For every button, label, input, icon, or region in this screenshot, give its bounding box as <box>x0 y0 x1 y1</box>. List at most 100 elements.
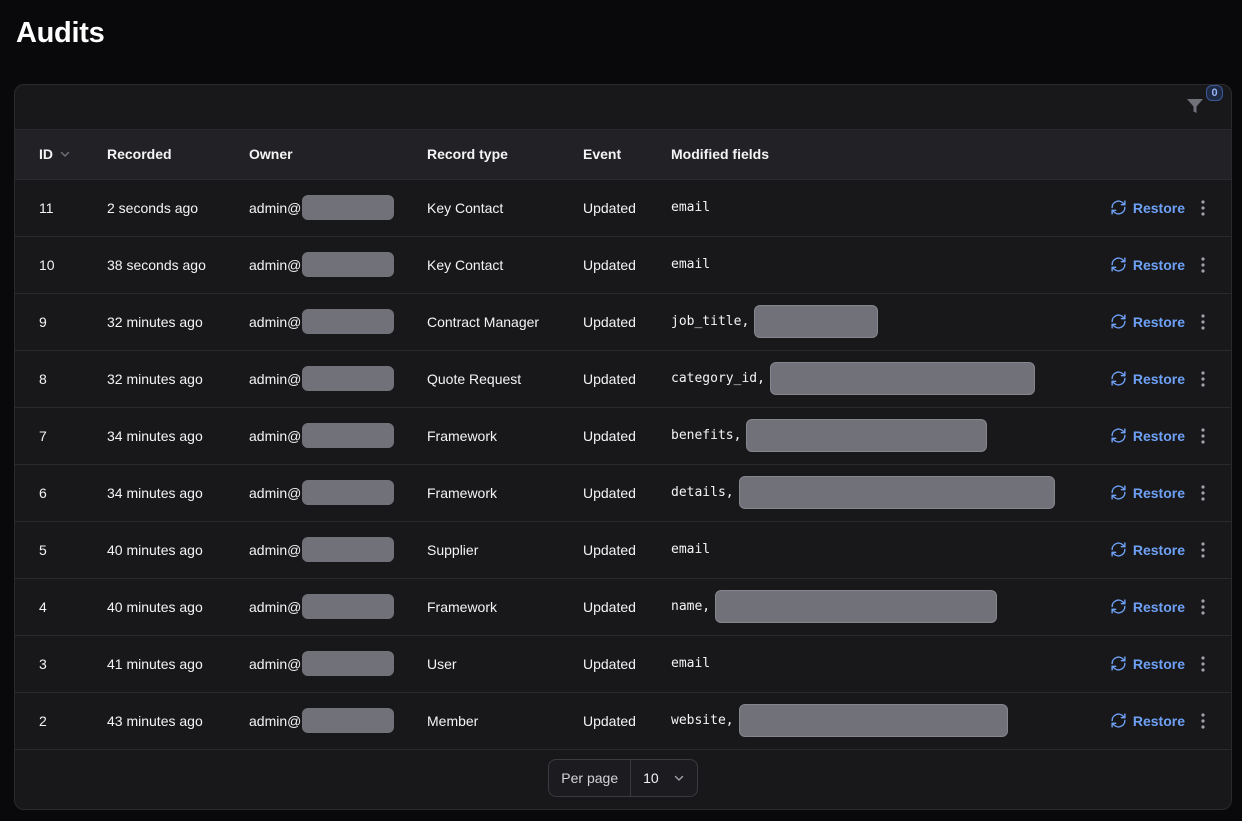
column-header-modified-fields: Modified fields <box>671 130 1071 180</box>
cell-recorded: 40 minutes ago <box>107 541 203 558</box>
table-row: 3 41 minutes ago admin@ User Updated ema… <box>15 635 1231 692</box>
restore-button[interactable]: Restore <box>1110 370 1185 387</box>
row-menu-button[interactable] <box>1201 427 1205 444</box>
table-row: 5 40 minutes ago admin@ Supplier Updated… <box>15 521 1231 578</box>
more-vertical-icon <box>1201 598 1205 615</box>
row-menu-button[interactable] <box>1201 712 1205 729</box>
row-menu-button[interactable] <box>1201 655 1205 672</box>
modified-fields-text: name, <box>671 599 711 614</box>
redacted-block <box>302 195 395 220</box>
cell-actions: Restore <box>1071 350 1231 407</box>
restore-button[interactable]: Restore <box>1110 484 1185 501</box>
cell-owner: admin@ <box>249 407 427 464</box>
cell-actions: Restore <box>1071 464 1231 521</box>
per-page-label: Per page <box>549 760 632 796</box>
cell-event: Updated <box>583 712 636 729</box>
cell-modified-fields: job_title, <box>671 293 1071 350</box>
cell-owner: admin@ <box>249 578 427 635</box>
refresh-icon <box>1111 656 1126 671</box>
restore-button[interactable]: Restore <box>1110 598 1185 615</box>
cell-event: Updated <box>583 370 636 387</box>
restore-button[interactable]: Restore <box>1110 712 1185 729</box>
row-menu-button[interactable] <box>1201 484 1205 501</box>
cell-event: Updated <box>583 427 636 444</box>
table-row: 4 40 minutes ago admin@ Framework Update… <box>15 578 1231 635</box>
cell-owner: admin@ <box>249 692 427 749</box>
cell-record-type: Key Contact <box>427 256 504 273</box>
redacted-block <box>754 305 879 338</box>
column-header-id[interactable]: ID <box>15 130 107 180</box>
redacted-block <box>769 362 1035 395</box>
owner-email: admin@ <box>249 199 302 216</box>
cell-recorded: 41 minutes ago <box>107 655 203 672</box>
cell-recorded: 34 minutes ago <box>107 484 203 501</box>
cell-record-type: Contract Manager <box>427 313 540 330</box>
redacted-block <box>302 708 395 733</box>
redacted-block <box>302 309 395 334</box>
cell-event: Updated <box>583 484 636 501</box>
cell-record-type: Framework <box>427 484 498 501</box>
row-menu-button[interactable] <box>1201 370 1205 387</box>
restore-button[interactable]: Restore <box>1110 313 1185 330</box>
cell-record-type: Member <box>427 712 479 729</box>
restore-button[interactable]: Restore <box>1110 427 1185 444</box>
column-header-id-label: ID <box>39 146 53 163</box>
row-menu-button[interactable] <box>1201 541 1205 558</box>
more-vertical-icon <box>1201 712 1205 729</box>
filter-button[interactable] <box>1185 96 1207 118</box>
cell-modified-fields: email <box>671 236 1071 293</box>
refresh-icon <box>1111 257 1126 272</box>
restore-button[interactable]: Restore <box>1110 256 1185 273</box>
owner-email: admin@ <box>249 370 302 387</box>
audits-table-card: 0 ID Recorded Owner Record type Event Mo… <box>14 84 1232 810</box>
row-menu-button[interactable] <box>1201 313 1205 330</box>
restore-label: Restore <box>1132 598 1185 615</box>
cell-recorded: 32 minutes ago <box>107 370 203 387</box>
redacted-block <box>746 419 988 452</box>
cell-id: 3 <box>39 655 47 672</box>
cell-event: Updated <box>583 313 636 330</box>
restore-button[interactable]: Restore <box>1110 541 1185 558</box>
redacted-block <box>302 423 395 448</box>
restore-label: Restore <box>1132 541 1185 558</box>
cell-recorded: 34 minutes ago <box>107 427 203 444</box>
cell-id: 2 <box>39 712 47 729</box>
more-vertical-icon <box>1201 427 1205 444</box>
row-menu-button[interactable] <box>1201 598 1205 615</box>
cell-event: Updated <box>583 598 636 615</box>
modified-fields-text: email <box>671 542 711 557</box>
cell-actions: Restore <box>1071 635 1231 692</box>
more-vertical-icon <box>1201 370 1205 387</box>
modified-fields-text: website, <box>671 713 734 728</box>
per-page-select[interactable]: 10 <box>631 760 697 796</box>
cell-id: 8 <box>39 370 47 387</box>
column-header-actions <box>1071 130 1231 180</box>
restore-label: Restore <box>1132 427 1185 444</box>
cell-recorded: 38 seconds ago <box>107 256 206 273</box>
cell-record-type: Framework <box>427 427 498 444</box>
cell-recorded: 2 seconds ago <box>107 199 199 216</box>
cell-owner: admin@ <box>249 635 427 692</box>
row-menu-button[interactable] <box>1201 199 1205 216</box>
cell-event: Updated <box>583 199 636 216</box>
cell-owner: admin@ <box>249 236 427 293</box>
owner-email: admin@ <box>249 712 302 729</box>
table-header-row: ID Recorded Owner Record type Event Modi… <box>15 130 1231 180</box>
table-row: 11 2 seconds ago admin@ Key Contact Upda… <box>15 179 1231 236</box>
restore-button[interactable]: Restore <box>1110 655 1185 672</box>
redacted-block <box>302 537 395 562</box>
owner-email: admin@ <box>249 598 302 615</box>
more-vertical-icon <box>1201 655 1205 672</box>
cell-actions: Restore <box>1071 692 1231 749</box>
redacted-block <box>738 476 1055 509</box>
restore-label: Restore <box>1132 655 1185 672</box>
cell-record-type: Key Contact <box>427 199 504 216</box>
row-menu-button[interactable] <box>1201 256 1205 273</box>
owner-email: admin@ <box>249 655 302 672</box>
redacted-block <box>302 366 395 391</box>
chevron-down-icon <box>674 775 683 781</box>
cell-id: 10 <box>39 256 55 273</box>
per-page-control: Per page 10 <box>548 759 698 797</box>
restore-button[interactable]: Restore <box>1110 199 1185 216</box>
table-row: 2 43 minutes ago admin@ Member Updated w… <box>15 692 1231 749</box>
